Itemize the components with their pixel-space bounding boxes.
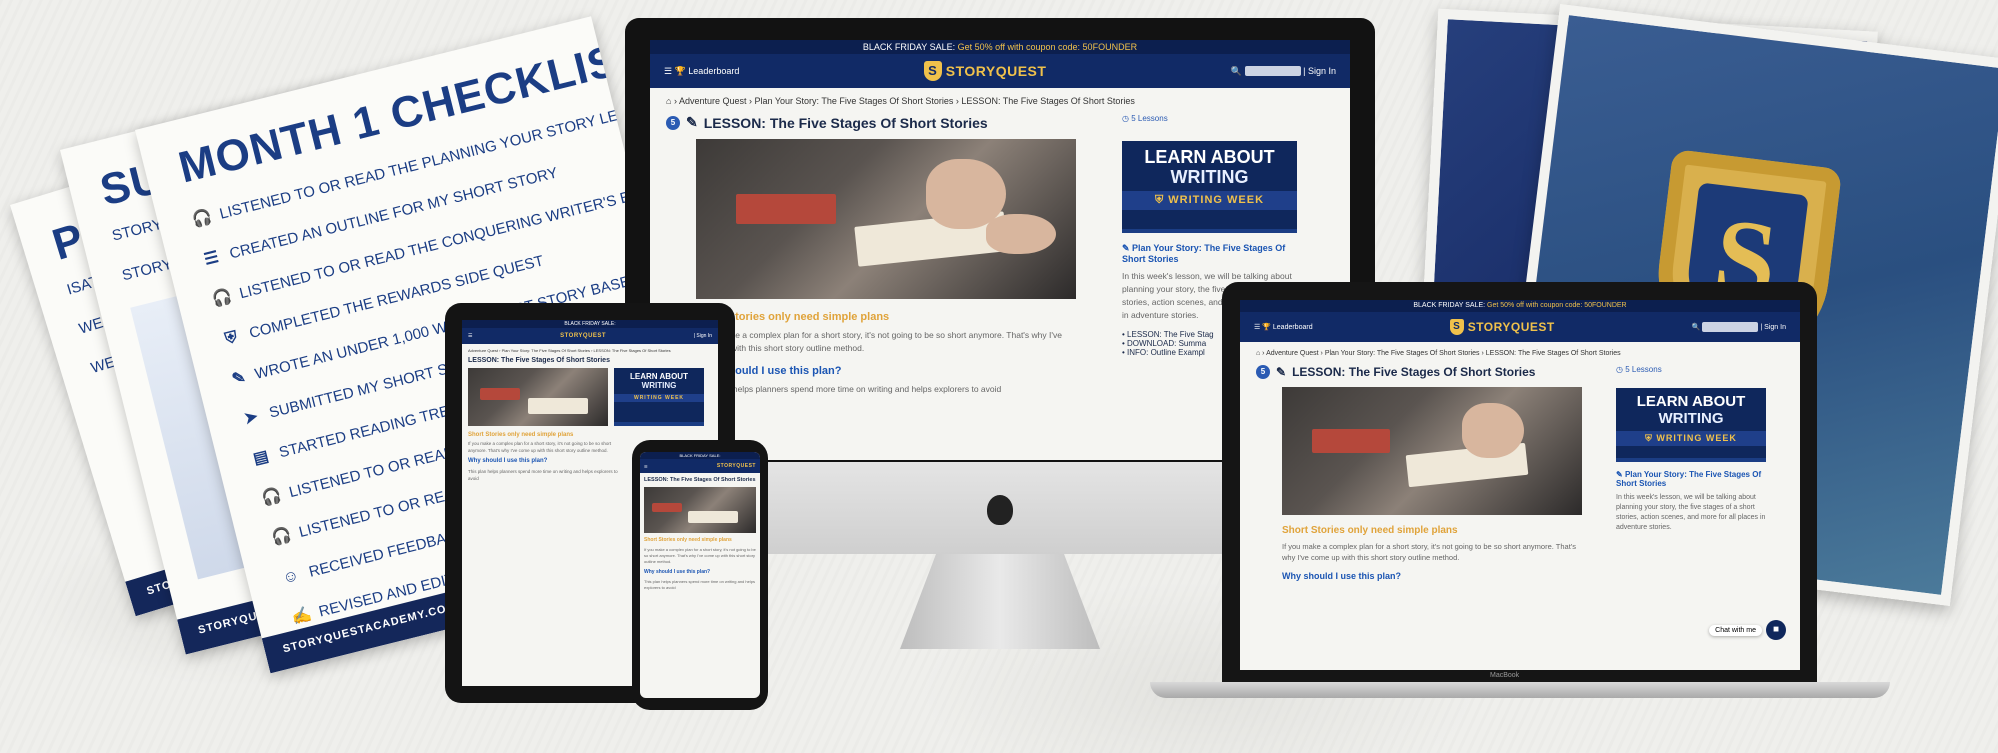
headphones-icon: 🎧 (260, 486, 284, 508)
writing-week-promo[interactable]: LEARN ABOUT WRITING ⛨ WRITING WEEK (1122, 141, 1297, 233)
pen-icon: ✎ (686, 114, 698, 130)
pen-icon: ✎ (1276, 365, 1287, 379)
lesson-paragraph: If you make a complex plan for a short s… (644, 547, 756, 564)
pen-icon: ✎ (230, 368, 248, 389)
promo-banner[interactable]: BLACK FRIDAY SALE: (640, 452, 760, 459)
site-logo[interactable]: STORYQUEST (560, 333, 606, 339)
leaderboard-link[interactable]: ☰ 🏆 Leaderboard (1254, 323, 1313, 331)
edit-icon: ✍ (289, 605, 314, 627)
lesson-paragraph: If you make a complex plan for a short s… (696, 330, 1062, 353)
lesson-title: 5 ✎ LESSON: The Five Stages Of Short Stori… (666, 114, 1096, 131)
macbook-base (1150, 682, 1890, 698)
menu-icon[interactable]: ☰ (664, 66, 672, 76)
phone-screen: BLACK FRIDAY SALE: ☰ STORYQUEST LESSON: … (640, 452, 760, 698)
writing-week-promo[interactable]: LEARN ABOUT WRITING WRITING WEEK (614, 368, 704, 426)
site-logo[interactable]: S STORYQUEST (1449, 319, 1555, 335)
section-heading: Short Stories only need simple plans (468, 432, 574, 438)
lesson-paragraph: If you make a complex plan for a short s… (468, 441, 612, 453)
writing-week-promo[interactable]: LEARN ABOUT WRITING ⛨ WRITING WEEK (1616, 388, 1766, 462)
search-input[interactable] (1702, 322, 1759, 332)
macbook-screen: BLACK FRIDAY SALE: Get 50% off with coup… (1240, 300, 1800, 670)
sidebar-paragraph: In this week's lesson, we will be talkin… (1616, 494, 1766, 531)
clock-icon: ◷ (1122, 114, 1129, 123)
clock-icon: ◷ (1616, 365, 1623, 374)
lesson-paragraph: This plan helps planners spend more time… (468, 469, 618, 481)
shield-logo-icon: S (1449, 319, 1464, 335)
sidebar-link[interactable]: ✎ Plan Your Story: The Five Stages Of Sh… (1616, 470, 1766, 488)
lesson-title: LESSON: The Five Stages Of Short Stories (468, 357, 610, 364)
lesson-paragraph: This plan helps planners spend more time… (644, 579, 755, 590)
headphones-icon: 🎧 (210, 287, 234, 309)
menu-icon[interactable]: ☰ (644, 464, 648, 469)
shield-icon: ⛨ (223, 328, 240, 348)
users-icon: ☺ (280, 566, 301, 587)
promo-banner[interactable]: BLACK FRIDAY SALE: (462, 320, 718, 328)
lessons-count[interactable]: ◷ 5 Lessons (1122, 114, 1322, 123)
coupon-link[interactable]: Get 50% off with coupon code: 50FOUNDER (958, 42, 1137, 52)
section-heading: Why should I use this plan? (696, 365, 842, 377)
menu-icon[interactable]: ☰ (468, 333, 472, 339)
site-navbar: ☰ STORYQUEST (640, 459, 760, 473)
lesson-photo (1282, 387, 1582, 515)
search-icon[interactable]: 🔍 (1231, 66, 1242, 76)
home-icon[interactable]: ⌂ (666, 96, 671, 106)
lesson-photo (644, 487, 756, 533)
section-heading: Short Stories only need simple plans (1282, 525, 1458, 536)
headphones-icon: 🎧 (190, 207, 215, 229)
nav-right: 🔍 | Sign In (1231, 66, 1336, 77)
search-input[interactable] (1244, 66, 1301, 77)
section-heading: Why should I use this plan? (1282, 571, 1402, 581)
shield-logo-icon: S (923, 61, 942, 81)
breadcrumb[interactable]: ⌂ › Adventure Quest › Plan Your Story: T… (1240, 342, 1800, 365)
site-logo[interactable]: S STORYQUEST (923, 61, 1047, 81)
promo-banner[interactable]: BLACK FRIDAY SALE: Get 50% off with coup… (650, 40, 1350, 54)
headphones-icon: 🎧 (269, 525, 294, 548)
nav-right: 🔍 | Sign In (1692, 322, 1786, 332)
lesson-photo (468, 368, 608, 426)
lessons-count[interactable]: ◷ 5 Lessons (1616, 365, 1776, 374)
breadcrumb[interactable]: ⌂ › Adventure Quest › Plan Your Story: T… (650, 88, 1350, 114)
search-icon[interactable]: 🔍 (1692, 324, 1701, 331)
lesson-title: 5 ✎ LESSON: The Five Stages Of Short Stori… (1256, 365, 1586, 379)
section-heading: Short Stories only need simple plans (696, 311, 890, 323)
breadcrumb[interactable]: Adventure Quest › Plan Your Story: The F… (462, 344, 718, 357)
section-heading: Short Stories only need simple plans (644, 537, 732, 543)
promo-banner[interactable]: BLACK FRIDAY SALE: Get 50% off with coup… (1240, 300, 1800, 312)
lesson-paragraph: This plan helps planners spend more time… (696, 384, 1002, 394)
lesson-title: LESSON: The Five Stages Of Short Stories (644, 477, 756, 483)
book-icon: ▤ (251, 447, 271, 468)
home-icon[interactable]: ⌂ (1256, 350, 1260, 357)
lesson-paragraph: If you make a complex plan for a short s… (1282, 542, 1576, 562)
apple-logo-icon (987, 495, 1013, 525)
menu-icon[interactable]: ☰ (1254, 324, 1260, 331)
chat-bubble-icon[interactable]: ■ (1766, 620, 1786, 640)
site-navbar: ☰ 🏆 Leaderboard S STORYQUEST 🔍 | Sign In (650, 54, 1350, 88)
sign-in-link[interactable]: | Sign In (1760, 324, 1786, 331)
sign-in-link[interactable]: | Sign In (1303, 66, 1336, 76)
send-icon: ➤ (242, 407, 260, 428)
sign-in-link[interactable]: | Sign In (694, 333, 712, 339)
site-navbar: ☰ 🏆 Leaderboard S STORYQUEST 🔍 | Sign In (1240, 312, 1800, 342)
site-navbar: ☰ STORYQUEST | Sign In (462, 328, 718, 344)
writing-week-label: ⛨ WRITING WEEK (1616, 431, 1766, 446)
macbook-label: MacBook (1490, 672, 1520, 679)
lesson-index-badge: 5 (666, 115, 680, 130)
lesson-index-badge: 5 (1256, 365, 1270, 379)
writing-week-label: ⛨ WRITING WEEK (1122, 191, 1297, 210)
leaderboard-link[interactable]: ☰ 🏆 Leaderboard (664, 66, 739, 77)
chat-label[interactable]: Chat with me (1709, 624, 1762, 636)
sidebar-link[interactable]: ✎ Plan Your Story: The Five Stages Of Sh… (1122, 243, 1297, 264)
lesson-photo (696, 139, 1076, 299)
section-heading: Why should I use this plan? (644, 569, 711, 575)
chat-widget[interactable]: Chat with me ■ (1709, 620, 1786, 640)
coupon-link[interactable]: Get 50% off with coupon code: 50FOUNDER (1487, 302, 1627, 309)
list-icon: ☰ (202, 248, 221, 269)
site-logo[interactable]: STORYQUEST (717, 463, 756, 469)
